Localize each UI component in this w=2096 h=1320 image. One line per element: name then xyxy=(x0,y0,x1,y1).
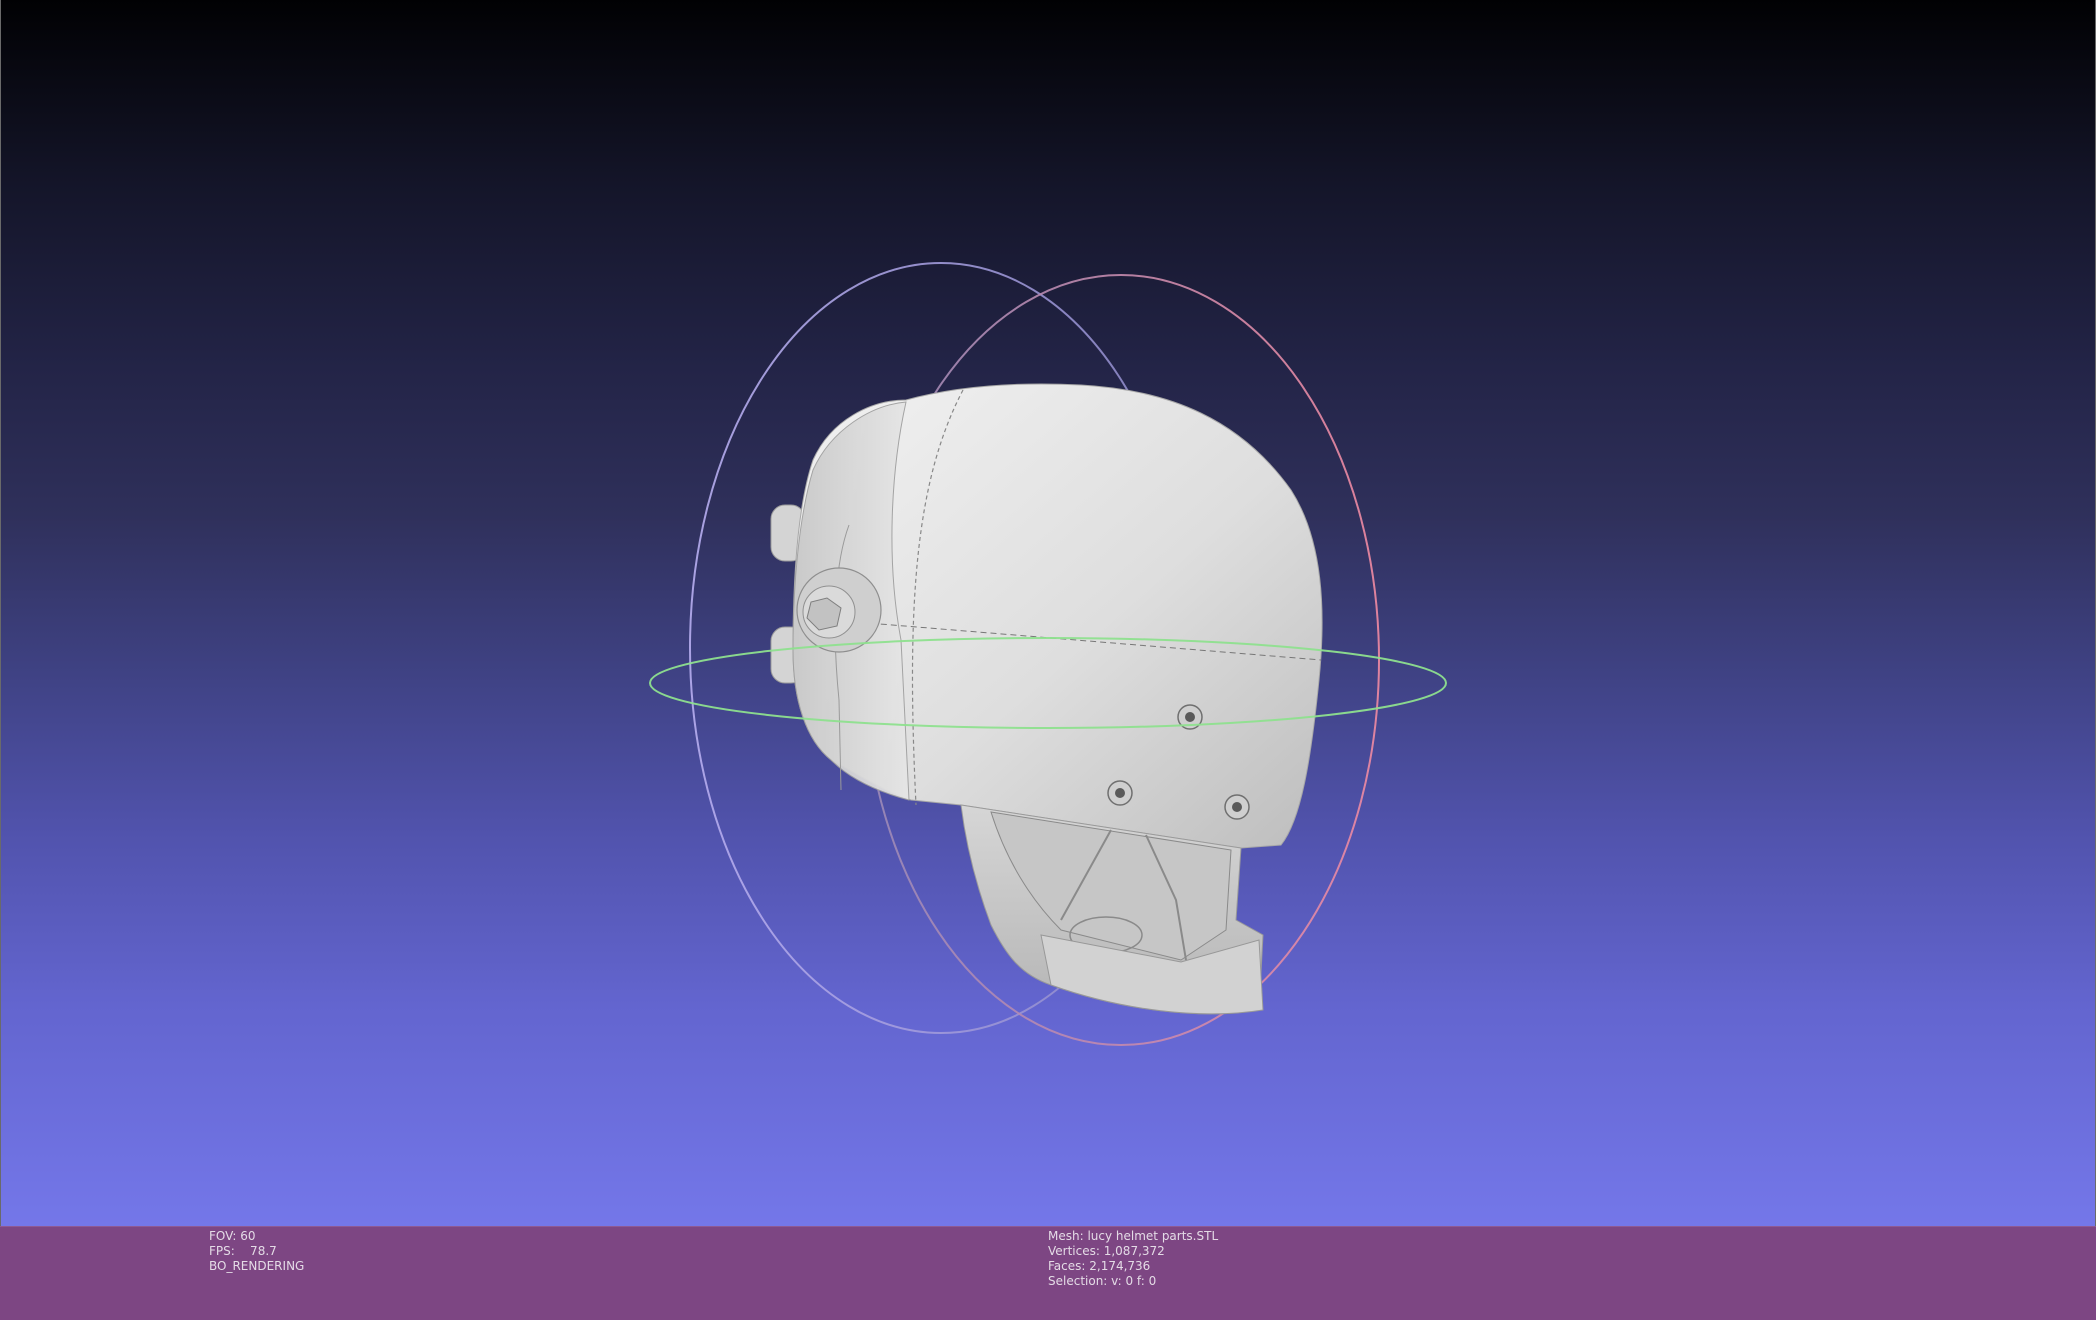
fov-label: FOV: 60 xyxy=(209,1229,256,1243)
render-stats: FOV: 60 FPS: 78.7 BO_RENDERING xyxy=(209,1229,304,1274)
helmet-screw-hole-2 xyxy=(1107,780,1133,806)
faces-label: Faces: 2,174,736 xyxy=(1048,1259,1151,1273)
mesh-name-label: Mesh: lucy helmet parts.STL xyxy=(1048,1229,1219,1243)
selection-label: Selection: v: 0 f: 0 xyxy=(1048,1274,1157,1288)
3d-viewport[interactable] xyxy=(0,0,2096,1226)
3d-scene[interactable] xyxy=(1,0,2096,1226)
render-mode-label: BO_RENDERING xyxy=(209,1259,305,1273)
helmet-mesh[interactable] xyxy=(770,383,1323,1015)
helmet-screw-hole-3 xyxy=(1224,794,1250,820)
meshlab-window: FOV: 60 FPS: 78.7 BO_RENDERING Mesh: luc… xyxy=(0,0,2096,1320)
mesh-stats: Mesh: lucy helmet parts.STL Vertices: 1,… xyxy=(1048,1229,1218,1289)
vertices-label: Vertices: 1,087,372 xyxy=(1048,1244,1165,1258)
fps-label: FPS: 78.7 xyxy=(209,1244,277,1258)
info-bar: FOV: 60 FPS: 78.7 BO_RENDERING Mesh: luc… xyxy=(0,1226,2096,1320)
